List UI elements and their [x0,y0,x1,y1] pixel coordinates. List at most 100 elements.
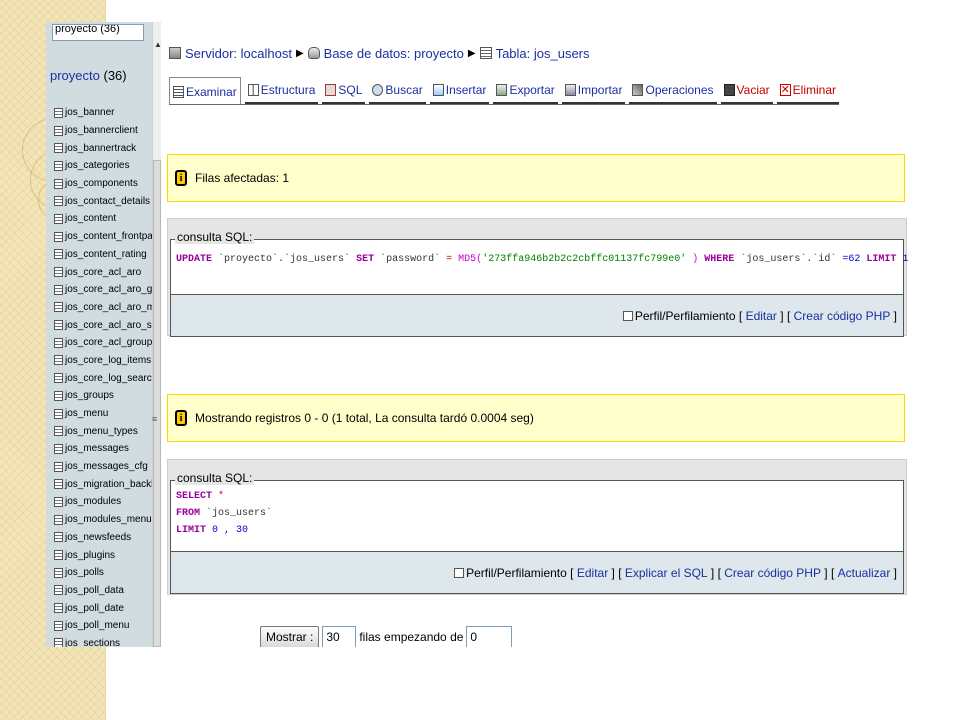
table-name[interactable]: jos_content [65,213,116,224]
table-icon[interactable] [54,320,63,331]
table-icon[interactable] [54,196,63,207]
table-icon[interactable] [54,249,63,260]
table-icon[interactable] [54,479,63,490]
table-name[interactable]: jos_polls [65,567,104,578]
database-title[interactable]: proyecto (36) [50,68,127,83]
tab-eliminar[interactable]: Eliminar [776,77,839,104]
table-name[interactable]: jos_poll_menu [65,620,130,631]
show-button[interactable]: Mostrar : [260,626,320,647]
tab-sql[interactable]: SQL [322,77,366,104]
table-name[interactable]: jos_messages [65,443,129,454]
start-input[interactable]: 0 [466,626,513,647]
table-list-item[interactable]: jos_contact_details [54,192,152,210]
database-select[interactable]: proyecto (36) [52,24,144,41]
table-name[interactable]: jos_core_log_searches [65,373,152,384]
edit-link[interactable]: Editar [746,309,777,323]
tab-examinar[interactable]: Examinar [169,77,241,104]
table-name[interactable]: jos_core_acl_aro_groups [65,284,152,295]
table-list-item[interactable]: jos_core_acl_aro_sections [54,316,152,334]
table-icon[interactable] [54,461,63,472]
table-list-item[interactable]: jos_sections [54,635,152,647]
table-icon[interactable] [54,426,63,437]
table-name[interactable]: jos_bannerclient [65,125,138,136]
table-icon[interactable] [54,125,63,136]
table-list-item[interactable]: jos_core_acl_groups_aro_m [54,334,152,352]
table-icon[interactable] [54,160,63,171]
table-list-item[interactable]: jos_menu [54,405,152,423]
table-icon[interactable] [54,355,63,366]
table-icon[interactable] [54,267,63,278]
tab-importar[interactable]: Importar [561,77,626,104]
table-icon[interactable] [54,373,63,384]
explain-sql-link[interactable]: Explicar el SQL [625,566,708,580]
create-php-code-link[interactable]: Crear código PHP [794,309,891,323]
breadcrumb-database[interactable]: Base de datos: proyecto [324,46,464,61]
table-list-item[interactable]: jos_content [54,210,152,228]
profiling-checkbox[interactable] [454,567,465,578]
table-list-item[interactable]: jos_polls [54,564,152,582]
table-list-item[interactable]: jos_poll_date [54,599,152,617]
table-name[interactable]: jos_core_acl_aro_map [65,302,152,313]
table-list-item[interactable]: jos_core_acl_aro [54,263,152,281]
table-list-item[interactable]: jos_core_acl_aro_groups [54,281,152,299]
table-icon[interactable] [54,408,63,419]
table-icon[interactable] [54,143,63,154]
table-list-item[interactable]: jos_core_log_items [54,352,152,370]
table-name[interactable]: jos_sections [65,638,120,647]
table-icon[interactable] [54,620,63,631]
table-name[interactable]: jos_content_frontpage [65,231,152,242]
table-list-item[interactable]: jos_menu_types [54,422,152,440]
table-name[interactable]: jos_groups [65,390,114,401]
database-link[interactable]: proyecto [50,68,100,83]
table-list-item[interactable]: jos_poll_data [54,582,152,600]
breadcrumb-server[interactable]: Servidor: localhost [185,46,292,61]
table-name[interactable]: jos_banner [65,107,114,118]
table-icon[interactable] [54,603,63,614]
table-name[interactable]: jos_poll_data [65,585,124,596]
table-icon[interactable] [54,302,63,313]
frame-resize-grip-icon[interactable]: ≡ [152,414,157,424]
table-list-item[interactable]: jos_components [54,175,152,193]
table-icon[interactable] [54,532,63,543]
table-icon[interactable] [54,337,63,348]
table-icon[interactable] [54,231,63,242]
tab-vaciar[interactable]: Vaciar [720,77,773,104]
table-icon[interactable] [54,178,63,189]
profiling-checkbox[interactable] [622,310,633,321]
table-name[interactable]: jos_newsfeeds [65,532,131,543]
table-name[interactable]: jos_categories [65,160,129,171]
table-list-item[interactable]: jos_core_acl_aro_map [54,299,152,317]
table-list-item[interactable]: jos_migration_backlinks [54,475,152,493]
table-list-item[interactable]: jos_modules_menu [54,511,152,529]
create-php-code-link[interactable]: Crear código PHP [724,566,821,580]
table-name[interactable]: jos_components [65,178,138,189]
table-list-item[interactable]: jos_banner [54,104,152,122]
table-name[interactable]: jos_messages_cfg [65,461,148,472]
table-name[interactable]: jos_core_acl_groups_aro_m [65,337,152,348]
table-list-item[interactable]: jos_messages_cfg [54,458,152,476]
edit-link[interactable]: Editar [577,566,608,580]
table-name[interactable]: jos_menu [65,408,108,419]
table-name[interactable]: jos_menu_types [65,426,138,437]
table-icon[interactable] [54,550,63,561]
tab-estructura[interactable]: Estructura [244,77,319,104]
table-name[interactable]: jos_contact_details [65,196,150,207]
table-icon[interactable] [54,496,63,507]
table-list-item[interactable]: jos_bannerclient [54,122,152,140]
table-icon[interactable] [54,390,63,401]
breadcrumb-table[interactable]: Tabla: jos_users [496,46,590,61]
tab-exportar[interactable]: Exportar [493,77,558,104]
table-list-item[interactable]: jos_plugins [54,546,152,564]
table-name[interactable]: jos_core_acl_aro [65,267,141,278]
table-name[interactable]: jos_plugins [65,550,115,561]
table-list-item[interactable]: jos_bannertrack [54,139,152,157]
table-list-item[interactable]: jos_categories [54,157,152,175]
table-name[interactable]: jos_modules_menu [65,514,152,525]
table-name[interactable]: jos_core_log_items [65,355,151,366]
table-list-item[interactable]: jos_content_rating [54,246,152,264]
table-icon[interactable] [54,107,63,118]
nav-scrollbar-thumb[interactable] [153,160,161,647]
table-list-item[interactable]: jos_poll_menu [54,617,152,635]
table-list-item[interactable]: jos_modules [54,493,152,511]
table-icon[interactable] [54,567,63,578]
